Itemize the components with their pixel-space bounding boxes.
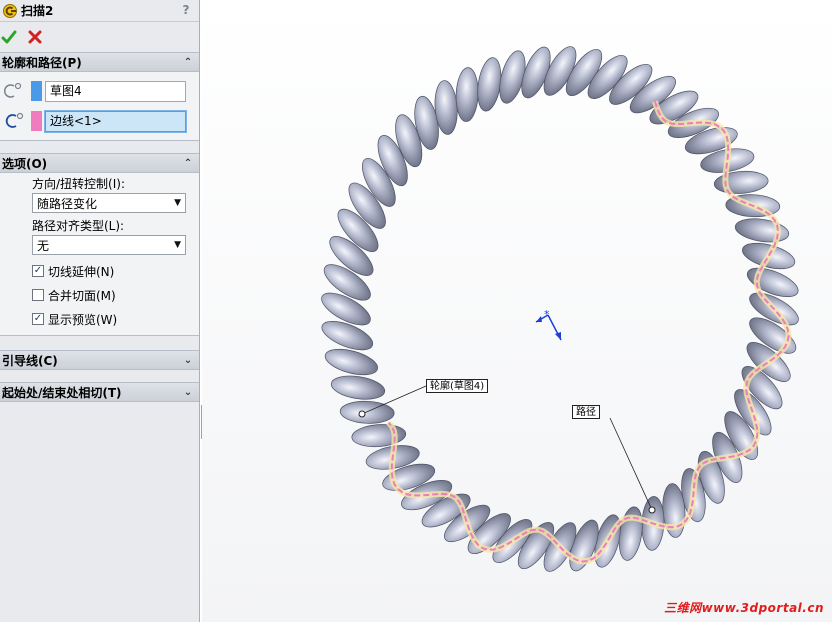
profile-icon — [2, 78, 28, 104]
green-checkmark-icon — [1, 30, 17, 44]
origin-triad-icon: * — [535, 308, 562, 341]
red-x-icon — [28, 30, 42, 44]
sweep-lobe — [351, 424, 407, 448]
dropdown-arrow-icon: ▼ — [174, 198, 181, 208]
path-leader-dot — [648, 506, 656, 514]
profile-path-group: 草图4 边线<1> — [0, 72, 199, 141]
collapse-chevron-icon[interactable]: ⌃ — [181, 158, 195, 169]
path-highlight — [386, 100, 792, 565]
ok-button[interactable] — [0, 28, 18, 46]
guide-curves-header-label: 引导线(C) — [2, 353, 58, 368]
expand-chevron-icon[interactable]: ⌄ — [181, 387, 195, 398]
show-preview-checkbox[interactable]: ✓ — [32, 313, 44, 325]
sweep-lobe — [713, 170, 769, 194]
profile-color-swatch — [31, 81, 42, 101]
path-align-label: 路径对齐类型(L): — [32, 219, 125, 233]
sweep-body — [321, 46, 799, 572]
sweep-lobe — [330, 375, 386, 400]
path-callout[interactable]: 路径 — [572, 405, 600, 419]
merge-faces-checkbox[interactable] — [32, 289, 44, 301]
guide-curves-group-header[interactable]: 引导线(C) ⌄ — [0, 350, 199, 370]
path-icon — [2, 108, 28, 134]
path-align-dropdown[interactable]: 无 ▼ — [32, 235, 186, 255]
sweep-lobe — [455, 67, 479, 122]
path-selection-box[interactable]: 边线<1> — [44, 109, 187, 133]
profile-selection-row: 草图4 — [0, 77, 199, 105]
property-manager-titlebar: 扫描2 ? — [0, 0, 199, 22]
orientation-label: 方向/扭转控制(I): — [32, 177, 125, 191]
orientation-dropdown[interactable]: 随路径变化 ▼ — [32, 193, 186, 213]
cancel-button[interactable] — [26, 28, 44, 46]
options-group: 方向/扭转控制(I): 随路径变化 ▼ 路径对齐类型(L): 无 ▼ ✓ 切线延… — [0, 173, 199, 336]
collapse-chevron-icon[interactable]: ⌃ — [181, 57, 195, 68]
twisted-ring-model[interactable]: * — [202, 0, 832, 622]
dropdown-arrow-icon: ▼ — [174, 240, 181, 250]
tangent-propagation-row[interactable]: ✓ 切线延伸(N) — [32, 259, 199, 283]
options-group-header[interactable]: 选项(O) ⌃ — [0, 153, 199, 173]
help-button[interactable]: ? — [179, 3, 193, 19]
show-preview-row[interactable]: ✓ 显示预览(W) — [32, 307, 199, 331]
tangent-propagation-label: 切线延伸(N) — [48, 264, 115, 279]
path-align-value: 无 — [37, 238, 50, 253]
profile-callout[interactable]: 轮廓(草图4) — [426, 379, 489, 393]
sweep-feature-icon — [2, 3, 18, 19]
orientation-value: 随路径变化 — [37, 196, 98, 211]
profile-path-group-header[interactable]: 轮廓和路径(P) ⌃ — [0, 52, 199, 72]
profile-selection-box[interactable]: 草图4 — [45, 80, 186, 102]
watermark: 三维网www.3dportal.cn — [664, 601, 824, 615]
path-glow — [386, 100, 792, 565]
ok-cancel-bar — [0, 22, 199, 52]
start-end-header-label: 起始处/结束处相切(T) — [2, 385, 122, 400]
path-selection-row: 边线<1> — [0, 107, 199, 135]
path-leader-line — [609, 417, 653, 511]
sweep-lobe — [324, 348, 378, 376]
sweep-lobe — [339, 400, 395, 424]
graphics-area[interactable]: * 轮廓(草图4) 路径 三维网www.3dportal.cn — [202, 0, 832, 622]
show-preview-label: 显示预览(W) — [48, 312, 118, 327]
svg-text:*: * — [544, 308, 550, 321]
merge-faces-row[interactable]: 合并切面(M) — [32, 283, 199, 307]
feature-title: 扫描2 — [21, 4, 54, 18]
start-end-tangency-group-header[interactable]: 起始处/结束处相切(T) ⌄ — [0, 382, 199, 402]
profile-leader-dot — [358, 410, 366, 418]
tangent-propagation-checkbox[interactable]: ✓ — [32, 265, 44, 277]
options-header-label: 选项(O) — [2, 156, 48, 171]
path-color-swatch — [31, 111, 42, 131]
profile-path-header-label: 轮廓和路径(P) — [2, 55, 82, 70]
property-manager-panel: 扫描2 ? 轮廓和路径(P) ⌃ 草图4 边线<1> 选项(O) ⌃ 方向/扭转… — [0, 0, 200, 622]
sweep-lobe — [734, 218, 790, 243]
merge-faces-label: 合并切面(M) — [48, 288, 116, 303]
expand-chevron-icon[interactable]: ⌄ — [181, 355, 195, 366]
